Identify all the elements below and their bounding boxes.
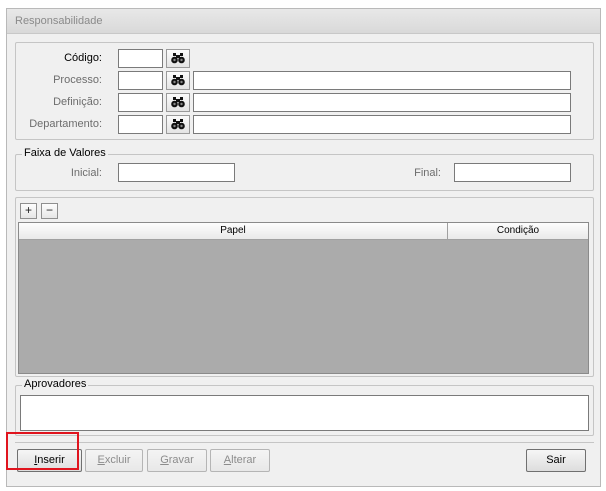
definicao-label: Definição: bbox=[53, 96, 102, 108]
title-bar: Responsabilidade bbox=[7, 9, 600, 34]
definicao-code-input[interactable] bbox=[118, 93, 163, 112]
column-condicao[interactable]: Condição bbox=[448, 223, 588, 239]
window-title: Responsabilidade bbox=[15, 15, 103, 27]
departamento-description-input[interactable] bbox=[193, 115, 571, 134]
add-row-button[interactable]: + bbox=[20, 203, 37, 219]
definicao-search-button[interactable] bbox=[166, 93, 190, 112]
processo-description-input[interactable] bbox=[193, 71, 571, 90]
processo-label: Processo: bbox=[53, 74, 102, 86]
definicao-description-input[interactable] bbox=[193, 93, 571, 112]
codigo-label: Código: bbox=[64, 52, 102, 64]
departamento-code-input[interactable] bbox=[118, 115, 163, 134]
faixa-valores-group: Faixa de Valores Inicial: Final: bbox=[15, 147, 594, 191]
responsabilidade-window: Responsabilidade Código: Processo: Defin… bbox=[6, 8, 601, 487]
binoculars-icon bbox=[171, 53, 185, 64]
processo-code-input[interactable] bbox=[118, 71, 163, 90]
codigo-input[interactable] bbox=[118, 49, 163, 68]
excluir-button[interactable]: Excluir bbox=[85, 449, 143, 472]
processo-search-button[interactable] bbox=[166, 71, 190, 90]
binoculars-icon bbox=[171, 75, 185, 86]
departamento-label: Departamento: bbox=[29, 118, 102, 130]
aprovadores-field[interactable] bbox=[20, 395, 589, 431]
gravar-button[interactable]: Gravar bbox=[147, 449, 207, 472]
faixa-valores-title: Faixa de Valores bbox=[22, 147, 108, 159]
inserir-highlight-box bbox=[6, 432, 79, 470]
binoculars-icon bbox=[171, 119, 185, 130]
sair-button[interactable]: Sair bbox=[526, 449, 586, 472]
codigo-search-button[interactable] bbox=[166, 49, 190, 68]
binoculars-icon bbox=[171, 97, 185, 108]
filters-group: Código: Processo: Definição: Departament… bbox=[15, 42, 594, 140]
aprovadores-title: Aprovadores bbox=[22, 378, 89, 390]
grid-header: Papel Condição bbox=[19, 223, 588, 240]
alterar-button[interactable]: Alterar bbox=[210, 449, 270, 472]
final-label: Final: bbox=[414, 167, 441, 179]
final-input[interactable] bbox=[454, 163, 571, 182]
papel-grid[interactable]: Papel Condição bbox=[18, 222, 589, 374]
footer-separator bbox=[15, 442, 594, 443]
inicial-label: Inicial: bbox=[70, 167, 102, 179]
inicial-input[interactable] bbox=[118, 163, 235, 182]
column-papel[interactable]: Papel bbox=[19, 223, 448, 239]
aprovadores-group: Aprovadores bbox=[15, 378, 594, 436]
departamento-search-button[interactable] bbox=[166, 115, 190, 134]
remove-row-button[interactable]: − bbox=[41, 203, 58, 219]
